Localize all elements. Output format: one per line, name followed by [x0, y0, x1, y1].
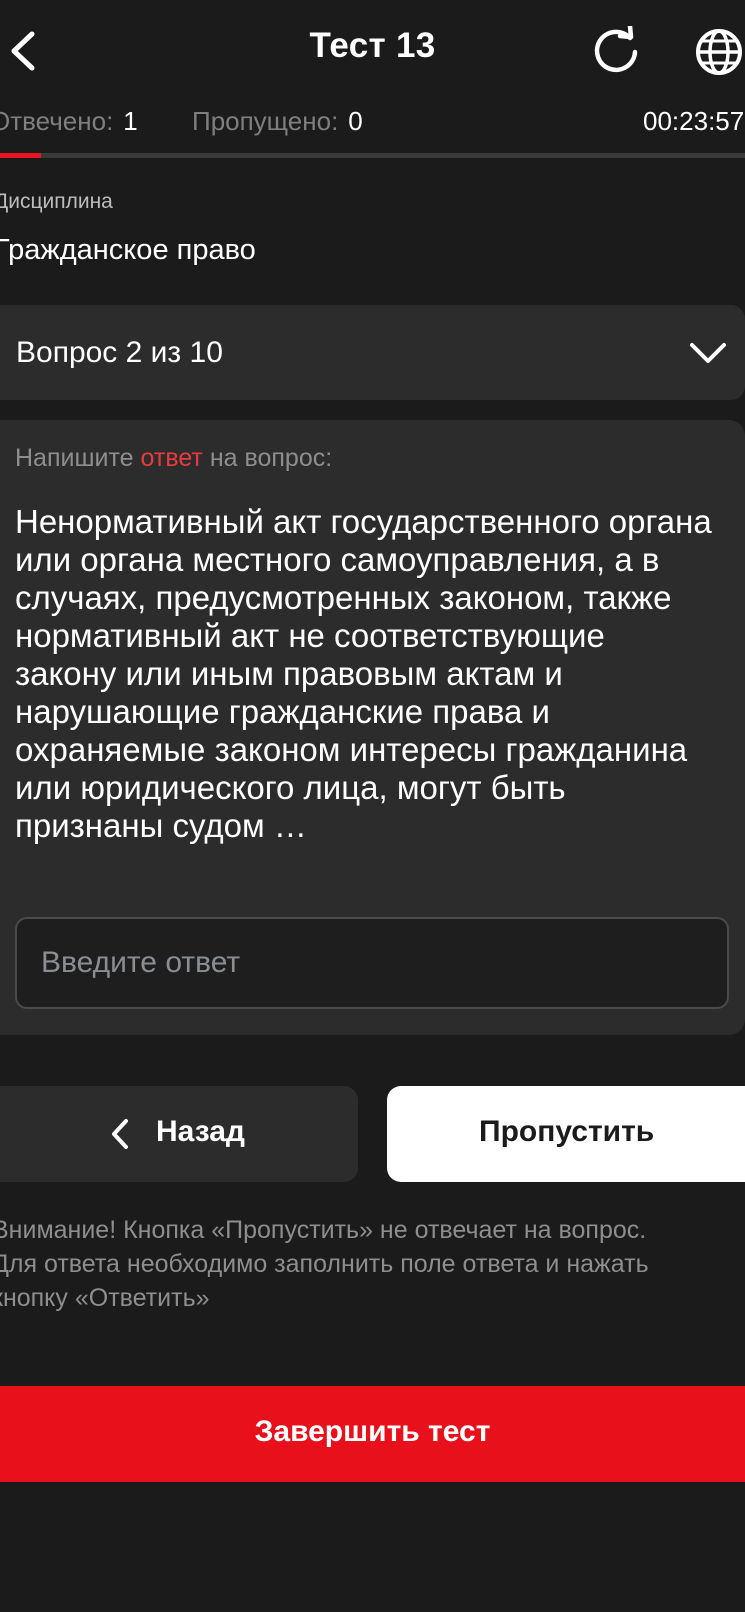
- prompt-accent: ответ: [140, 444, 203, 472]
- discipline-value: Гражданское право: [0, 234, 256, 266]
- answer-prompt: Напишите ответ на вопрос:: [15, 444, 332, 473]
- skipped-stat: Пропущено: 0: [192, 106, 363, 137]
- answered-stat: Отвечено: 1: [0, 106, 138, 137]
- answer-input[interactable]: [15, 917, 729, 1009]
- answered-count: 1: [123, 106, 138, 136]
- skipped-label: Пропущено:: [192, 106, 339, 136]
- test-screen: Тест 13 Отвечено: 1 Пропущено: 0 00:23:57 …: [0, 0, 745, 1612]
- question-selector-label: Вопрос 2 из 10: [16, 336, 223, 369]
- question-text: Ненормативный акт государственного орган…: [15, 503, 712, 844]
- chevron-left-icon: [112, 1119, 128, 1149]
- answered-label: Отвечено:: [0, 106, 114, 136]
- back-button-label: Назад: [156, 1115, 245, 1148]
- question-card: Напишите ответ на вопрос: Ненормативный …: [0, 420, 745, 1035]
- finish-test-button[interactable]: Завершить тест: [0, 1386, 745, 1482]
- chevron-down-icon: [690, 343, 726, 363]
- skip-button-label: Пропустить: [479, 1115, 655, 1148]
- header: Тест 13: [0, 0, 745, 100]
- finish-test-label: Завершить тест: [254, 1415, 491, 1448]
- notice-line: Внимание! Кнопка «Пропустить» не отвечае…: [0, 1216, 647, 1244]
- globe-icon[interactable]: [694, 26, 744, 78]
- notice-line: Для ответа необходимо заполнить поле отв…: [0, 1250, 649, 1278]
- discipline-label: Дисциплина: [0, 190, 113, 213]
- notice-line: кнопку «Ответить»: [0, 1284, 210, 1312]
- prompt-suffix: на вопрос:: [209, 444, 333, 472]
- question-selector[interactable]: Вопрос 2 из 10: [0, 305, 745, 400]
- skipped-count: 0: [348, 106, 363, 136]
- prompt-prefix: Напишите: [15, 444, 134, 472]
- stats-row: Отвечено: 1 Пропущено: 0 00:23:57: [0, 104, 745, 144]
- back-button[interactable]: Назад: [0, 1086, 358, 1182]
- skip-notice: Внимание! Кнопка «Пропустить» не отвечае…: [0, 1213, 745, 1315]
- skip-button[interactable]: Пропустить: [387, 1086, 745, 1182]
- progress-fill: [0, 153, 41, 158]
- refresh-icon[interactable]: [590, 26, 642, 78]
- progress-bar: [0, 153, 745, 158]
- timer: 00:23:57: [643, 106, 745, 136]
